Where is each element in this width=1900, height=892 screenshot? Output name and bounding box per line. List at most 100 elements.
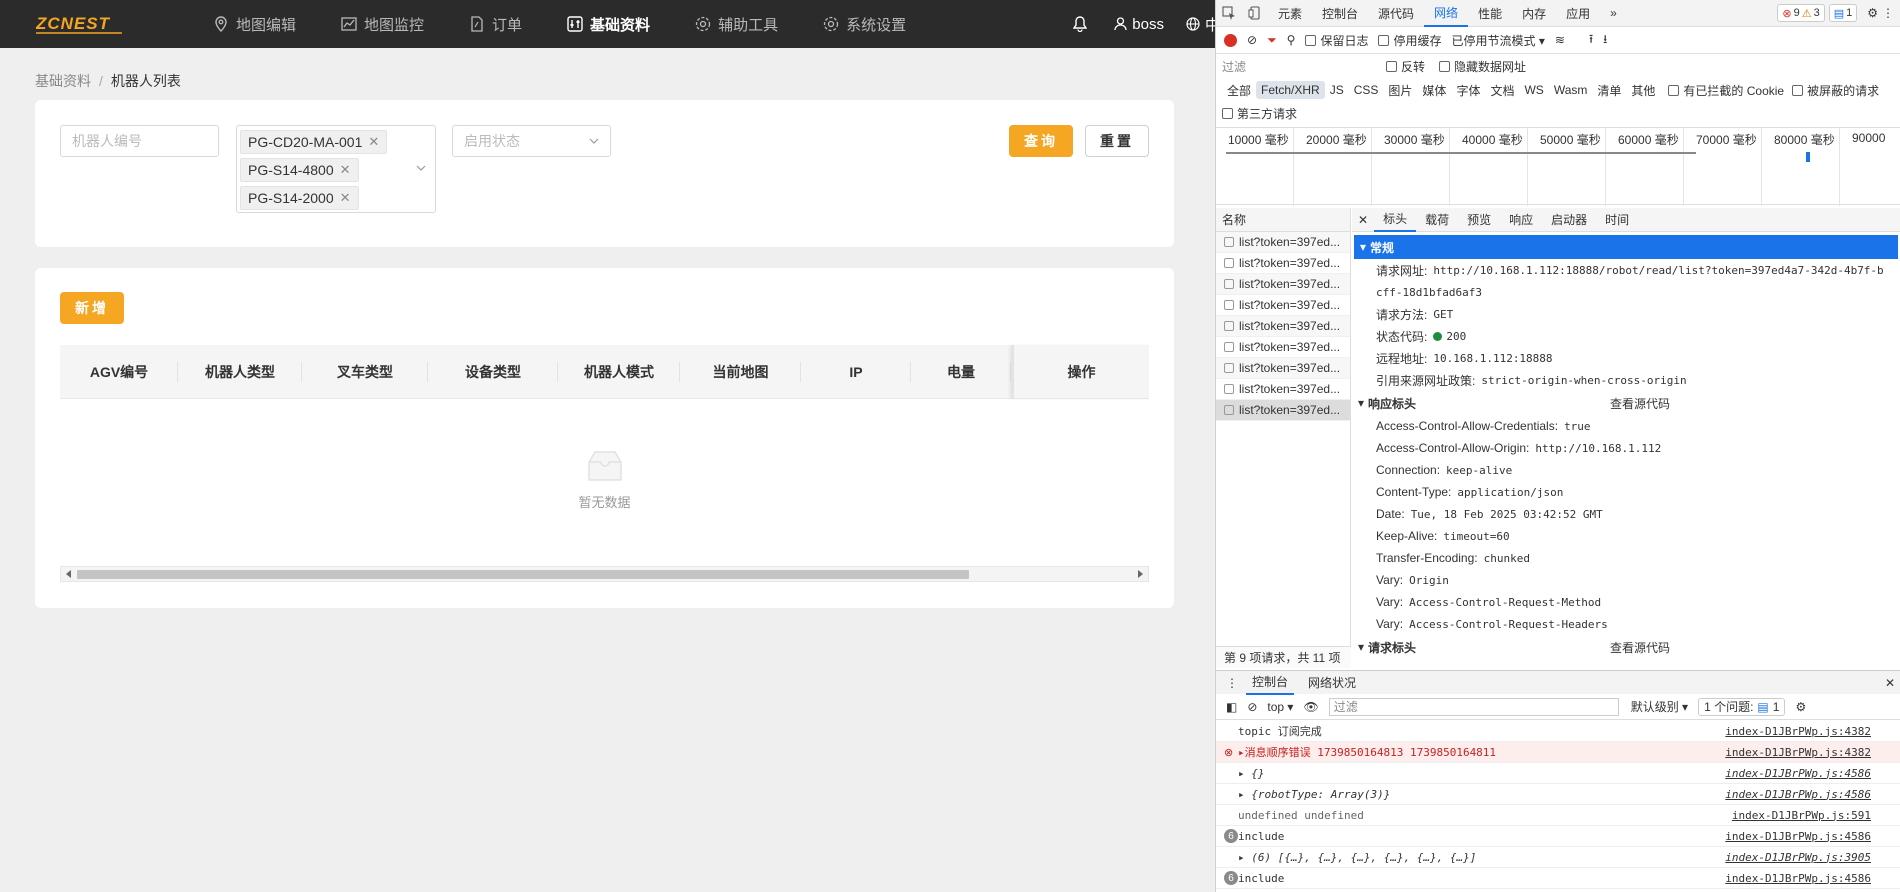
preserve-log-checkbox[interactable]: 保留日志: [1305, 32, 1368, 49]
issues-button[interactable]: 1 个问题: ▤ 1: [1698, 697, 1786, 716]
type-filter[interactable]: Fetch/XHR: [1256, 81, 1325, 99]
tab-application[interactable]: 应用: [1556, 0, 1600, 27]
log-source-link[interactable]: index-D1JBrPWp.js:4586: [1725, 830, 1871, 843]
console-message[interactable]: ▸ {robotType: Array(3)} index-D1JBrPWp.js…: [1216, 784, 1900, 805]
tab-elements[interactable]: 元素: [1268, 0, 1312, 27]
clear-console-icon[interactable]: ⊘: [1247, 700, 1257, 714]
type-filter[interactable]: JS: [1325, 81, 1349, 99]
log-source-link[interactable]: index-D1JBrPWp.js:4586: [1725, 872, 1871, 885]
drawer-menu-icon[interactable]: ⋮: [1226, 676, 1238, 690]
view-source-link[interactable]: 查看源代码: [1610, 639, 1670, 656]
tab-initiator[interactable]: 启动器: [1542, 208, 1596, 232]
third-party-checkbox[interactable]: 第三方请求: [1222, 105, 1297, 122]
console-message[interactable]: ▸ (6) [{…}, {…}, {…}, {…}, {…}, {…}] inde…: [1216, 847, 1900, 868]
tab-memory[interactable]: 内存: [1512, 0, 1556, 27]
user-menu[interactable]: boss: [1114, 16, 1164, 33]
robot-number-input[interactable]: 机器人编号: [60, 125, 219, 157]
tag-close-icon[interactable]: ✕: [340, 190, 351, 206]
log-source-link[interactable]: index-D1JBrPWp.js:4382: [1725, 746, 1871, 759]
type-filter[interactable]: 文档: [1485, 80, 1519, 101]
more-options-icon[interactable]: ⋮: [1882, 6, 1894, 20]
export-icon[interactable]: ⭳: [1603, 30, 1607, 51]
type-filter[interactable]: 全部: [1222, 80, 1256, 101]
brand-logo[interactable]: ZCNEST: [0, 13, 200, 35]
eye-icon[interactable]: 👁: [1303, 700, 1318, 714]
breadcrumb-parent[interactable]: 基础资料: [35, 71, 91, 91]
tab-payload[interactable]: 载荷: [1416, 208, 1458, 232]
column-header[interactable]: 叉车类型: [302, 345, 428, 399]
wifi-icon[interactable]: ≋: [1555, 33, 1565, 47]
console-settings-gear-icon[interactable]: ⚙: [1795, 700, 1806, 714]
robot-type-multiselect[interactable]: PG-CD20-MA-001 ✕ PG-S14-4800 ✕ PG-S14-2000…: [236, 125, 436, 213]
section-general[interactable]: ▾ 常规: [1354, 235, 1898, 259]
add-button[interactable]: 新增: [60, 292, 124, 324]
filter-funnel-icon[interactable]: ⏷: [1267, 33, 1277, 48]
info-badge[interactable]: ▤ 1: [1828, 4, 1858, 22]
log-source-link[interactable]: index-D1JBrPWp.js:4586: [1725, 788, 1871, 801]
section-request-headers[interactable]: ▾ 请求标头 查看源代码: [1352, 635, 1900, 659]
filter-input[interactable]: 过滤: [1222, 58, 1372, 75]
device-toolbar-icon[interactable]: [1242, 6, 1268, 20]
tag-close-icon[interactable]: ✕: [368, 134, 379, 150]
type-filter[interactable]: CSS: [1349, 81, 1384, 99]
tab-console[interactable]: 控制台: [1312, 0, 1368, 27]
tab-performance[interactable]: 性能: [1468, 0, 1512, 27]
console-message[interactable]: undefined undefined index-D1JBrPWp.js:591: [1216, 805, 1900, 826]
nav-tools[interactable]: 辅助工具: [682, 0, 790, 48]
request-row[interactable]: list?token=397ed...: [1216, 232, 1350, 253]
horizontal-scrollbar[interactable]: [60, 566, 1149, 582]
nav-basic-data[interactable]: 基础资料: [554, 0, 662, 48]
tab-response[interactable]: 响应: [1500, 208, 1542, 232]
type-filter[interactable]: 清单: [1592, 80, 1626, 101]
tab-timing[interactable]: 时间: [1596, 208, 1638, 232]
column-header[interactable]: IP: [801, 345, 911, 399]
type-filter[interactable]: 字体: [1451, 80, 1485, 101]
request-row-selected[interactable]: list?token=397ed...: [1216, 400, 1350, 421]
console-filter-input[interactable]: 过滤: [1328, 697, 1619, 716]
query-button[interactable]: 查询: [1009, 125, 1073, 157]
search-icon[interactable]: ⚲: [1287, 33, 1296, 47]
bell-icon[interactable]: [1073, 16, 1092, 32]
reset-button[interactable]: 重置: [1085, 125, 1149, 157]
drawer-tab-console[interactable]: 控制台: [1246, 671, 1295, 695]
nav-system-settings[interactable]: 系统设置: [810, 0, 918, 48]
column-header[interactable]: 设备类型: [428, 345, 558, 399]
column-header[interactable]: 机器人模式: [558, 345, 680, 399]
sidebar-toggle-icon[interactable]: ◧: [1226, 700, 1237, 714]
log-source-link[interactable]: index-D1JBrPWp.js:591: [1732, 809, 1871, 822]
request-row[interactable]: list?token=397ed...: [1216, 295, 1350, 316]
scrollbar-thumb[interactable]: [77, 570, 969, 579]
throttle-select[interactable]: 已停用节流模式 ▾: [1452, 32, 1545, 49]
clear-icon[interactable]: ⊘: [1247, 33, 1257, 47]
log-source-link[interactable]: index-D1JBrPWp.js:4586: [1725, 767, 1871, 780]
request-row[interactable]: list?token=397ed...: [1216, 253, 1350, 274]
view-source-link[interactable]: 查看源代码: [1610, 395, 1670, 412]
settings-gear-icon[interactable]: ⚙: [1867, 6, 1878, 20]
section-response-headers[interactable]: ▾ 响应标头 查看源代码: [1352, 391, 1900, 415]
inspect-icon[interactable]: [1216, 6, 1242, 20]
request-row[interactable]: list?token=397ed...: [1216, 337, 1350, 358]
log-source-link[interactable]: index-D1JBrPWp.js:4382: [1725, 725, 1871, 738]
console-message[interactable]: topic 订阅完成 index-D1JBrPWp.js:4382: [1216, 721, 1900, 742]
type-filter[interactable]: WS: [1519, 81, 1548, 99]
close-icon[interactable]: ✕: [1352, 208, 1374, 232]
name-column-header[interactable]: 名称: [1216, 208, 1350, 232]
blocked-cookies-checkbox[interactable]: 有已拦截的 Cookie: [1668, 82, 1784, 99]
error-warning-badge[interactable]: ⊗ 9 ⚠ 3: [1777, 4, 1825, 22]
scroll-left-icon[interactable]: [66, 570, 71, 578]
request-row[interactable]: list?token=397ed...: [1216, 379, 1350, 400]
console-message[interactable]: 6 include index-D1JBrPWp.js:4586: [1216, 868, 1900, 889]
network-timeline[interactable]: 10000 毫秒 20000 毫秒 30000 毫秒 40000 毫秒 5000…: [1216, 127, 1900, 206]
type-filter[interactable]: Wasm: [1549, 81, 1593, 99]
type-filter[interactable]: 其他: [1626, 80, 1660, 101]
nav-orders[interactable]: 订单: [456, 0, 534, 48]
import-icon[interactable]: ⭱: [1589, 30, 1593, 51]
blocked-requests-checkbox[interactable]: 被屏蔽的请求: [1792, 82, 1879, 99]
log-level-select[interactable]: 默认级别 ▾: [1631, 698, 1688, 715]
request-row[interactable]: list?token=397ed...: [1216, 316, 1350, 337]
column-header[interactable]: 机器人类型: [178, 345, 302, 399]
tab-preview[interactable]: 预览: [1458, 208, 1500, 232]
console-message[interactable]: ▸ {} index-D1JBrPWp.js:4586: [1216, 763, 1900, 784]
more-tabs-icon[interactable]: »: [1600, 0, 1627, 27]
request-row[interactable]: list?token=397ed...: [1216, 358, 1350, 379]
